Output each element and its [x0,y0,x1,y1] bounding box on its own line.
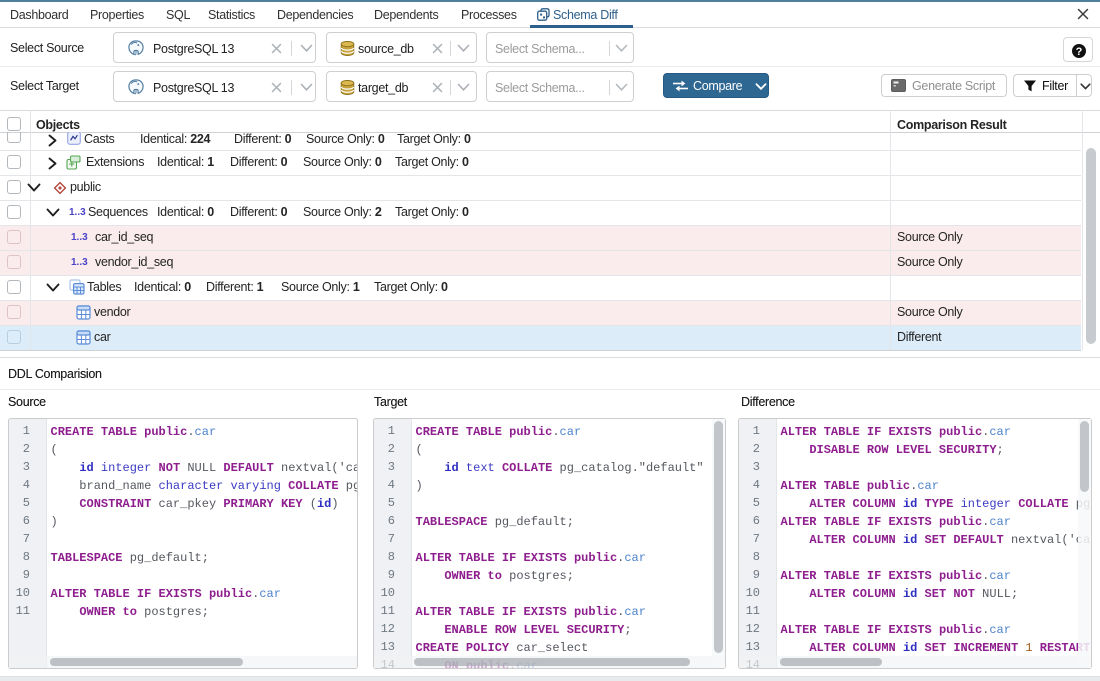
svg-text:?: ? [1076,46,1083,58]
